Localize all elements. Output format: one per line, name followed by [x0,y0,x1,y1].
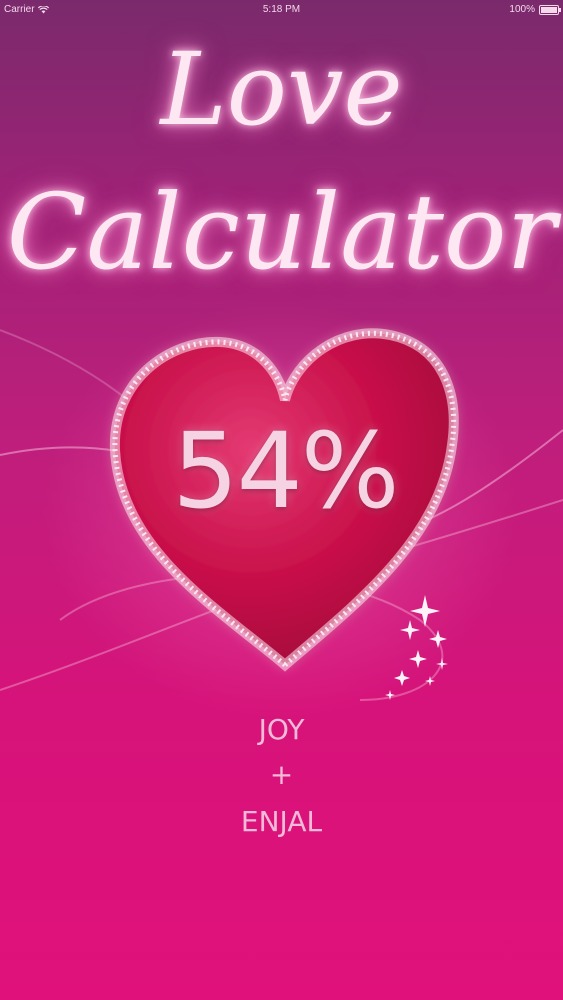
names-plus-sign: + [269,758,294,791]
name-second: ENJAL [240,805,323,838]
title-calculator: Calculator [6,171,557,293]
love-percentage: 54% [172,410,399,532]
title-love: Love [160,31,403,148]
sparkles-icon [385,595,448,700]
name-first: JOY [258,713,305,746]
